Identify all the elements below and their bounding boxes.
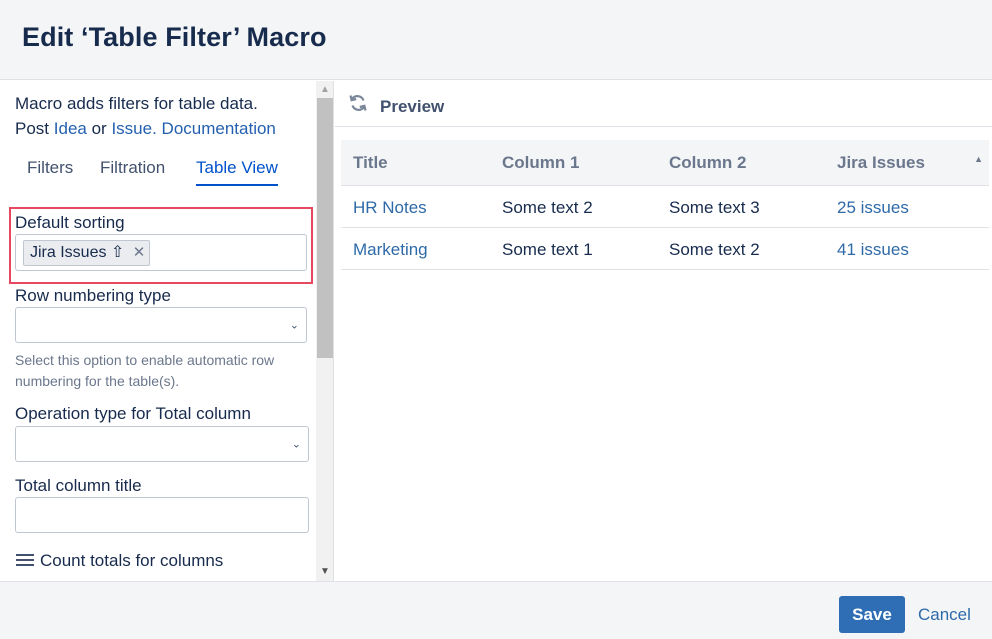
row-numbering-label: Row numbering type [15, 286, 171, 305]
refresh-icon[interactable] [348, 93, 368, 113]
save-button[interactable]: Save [839, 596, 905, 633]
row-column-1: Some text 1 [502, 240, 593, 259]
scroll-down-arrow-icon[interactable]: ▼ [316, 565, 333, 579]
tab-filters[interactable]: Filters [27, 158, 73, 184]
table-header: Title Column 1 Column 2 Jira Issues ▲ [341, 140, 989, 186]
documentation-link[interactable]: Documentation [162, 119, 276, 138]
cancel-button[interactable]: Cancel [918, 605, 971, 625]
dialog-title: Edit ‘Table Filter’ Macro [22, 22, 327, 52]
dialog-footer: Save Cancel [0, 581, 992, 639]
row-jira-issues-link[interactable]: 41 issues [837, 240, 909, 260]
idea-link[interactable]: Idea [54, 119, 87, 138]
total-title-input[interactable] [15, 497, 309, 533]
row-title-link[interactable]: Marketing [353, 240, 428, 260]
intro-links-line: Post Idea or Issue. Documentation [15, 116, 310, 141]
left-panel-scrollbar[interactable]: ▲ ▼ [316, 81, 333, 581]
table-row: HR Notes Some text 2 Some text 3 25 issu… [341, 186, 989, 228]
operation-type-label: Operation type for Total column [15, 404, 251, 423]
row-title-link[interactable]: HR Notes [353, 198, 427, 218]
row-numbering-help: Select this option to enable automatic r… [15, 352, 275, 389]
total-title-label: Total column title [15, 476, 142, 495]
intro-text: Macro adds filters for table data. Post … [15, 91, 310, 141]
intro-or: or [91, 119, 107, 138]
intro-line: Macro adds filters for table data. [15, 94, 258, 113]
row-numbering-select[interactable]: ⌄ [15, 307, 307, 343]
column-header-column-1[interactable]: Column 1 [502, 153, 579, 173]
table-row: Marketing Some text 1 Some text 2 41 iss… [341, 228, 989, 270]
preview-panel: Preview Title Column 1 Column 2 Jira Iss… [335, 81, 992, 581]
tab-table-view[interactable]: Table View [196, 158, 278, 186]
column-header-column-2[interactable]: Column 2 [669, 153, 746, 173]
sorting-tag-label: Jira Issues ⇧ [30, 244, 125, 261]
scrollbar-thumb[interactable] [317, 98, 333, 358]
issue-link[interactable]: Issue. [111, 119, 156, 138]
chevron-down-icon: ⌄ [289, 319, 299, 332]
preview-header: Preview [335, 81, 992, 127]
macro-settings-panel: Macro adds filters for table data. Post … [0, 81, 334, 581]
sorting-tag: Jira Issues ⇧ ✕ [23, 240, 151, 266]
tab-filtration[interactable]: Filtration [100, 158, 165, 184]
column-header-title[interactable]: Title [353, 153, 388, 173]
default-sorting-label: Default sorting [15, 213, 125, 232]
dialog-header: Edit ‘Table Filter’ Macro [0, 0, 992, 80]
scroll-up-arrow-icon[interactable]: ▲ [316, 83, 333, 97]
sort-ascending-icon[interactable]: ▲ [974, 154, 983, 164]
chevron-down-icon: ⌄ [291, 438, 301, 451]
settings-tabs: Filters Filtration Table View [15, 158, 310, 188]
column-header-jira-issues[interactable]: Jira Issues [837, 153, 925, 173]
row-column-1: Some text 2 [502, 198, 593, 217]
row-column-2: Some text 2 [669, 240, 760, 259]
count-totals-row[interactable]: Count totals for columns [16, 551, 223, 571]
preview-title: Preview [380, 97, 445, 116]
row-jira-issues-link[interactable]: 25 issues [837, 198, 909, 218]
intro-post: Post [15, 119, 50, 138]
count-totals-label: Count totals for columns [40, 551, 224, 570]
hamburger-icon [16, 553, 34, 567]
operation-type-select[interactable]: ⌄ [15, 426, 309, 462]
default-sorting-input[interactable]: Jira Issues ⇧ ✕ [15, 234, 307, 271]
remove-tag-icon[interactable]: ✕ [133, 241, 146, 265]
row-column-2: Some text 3 [669, 198, 760, 217]
